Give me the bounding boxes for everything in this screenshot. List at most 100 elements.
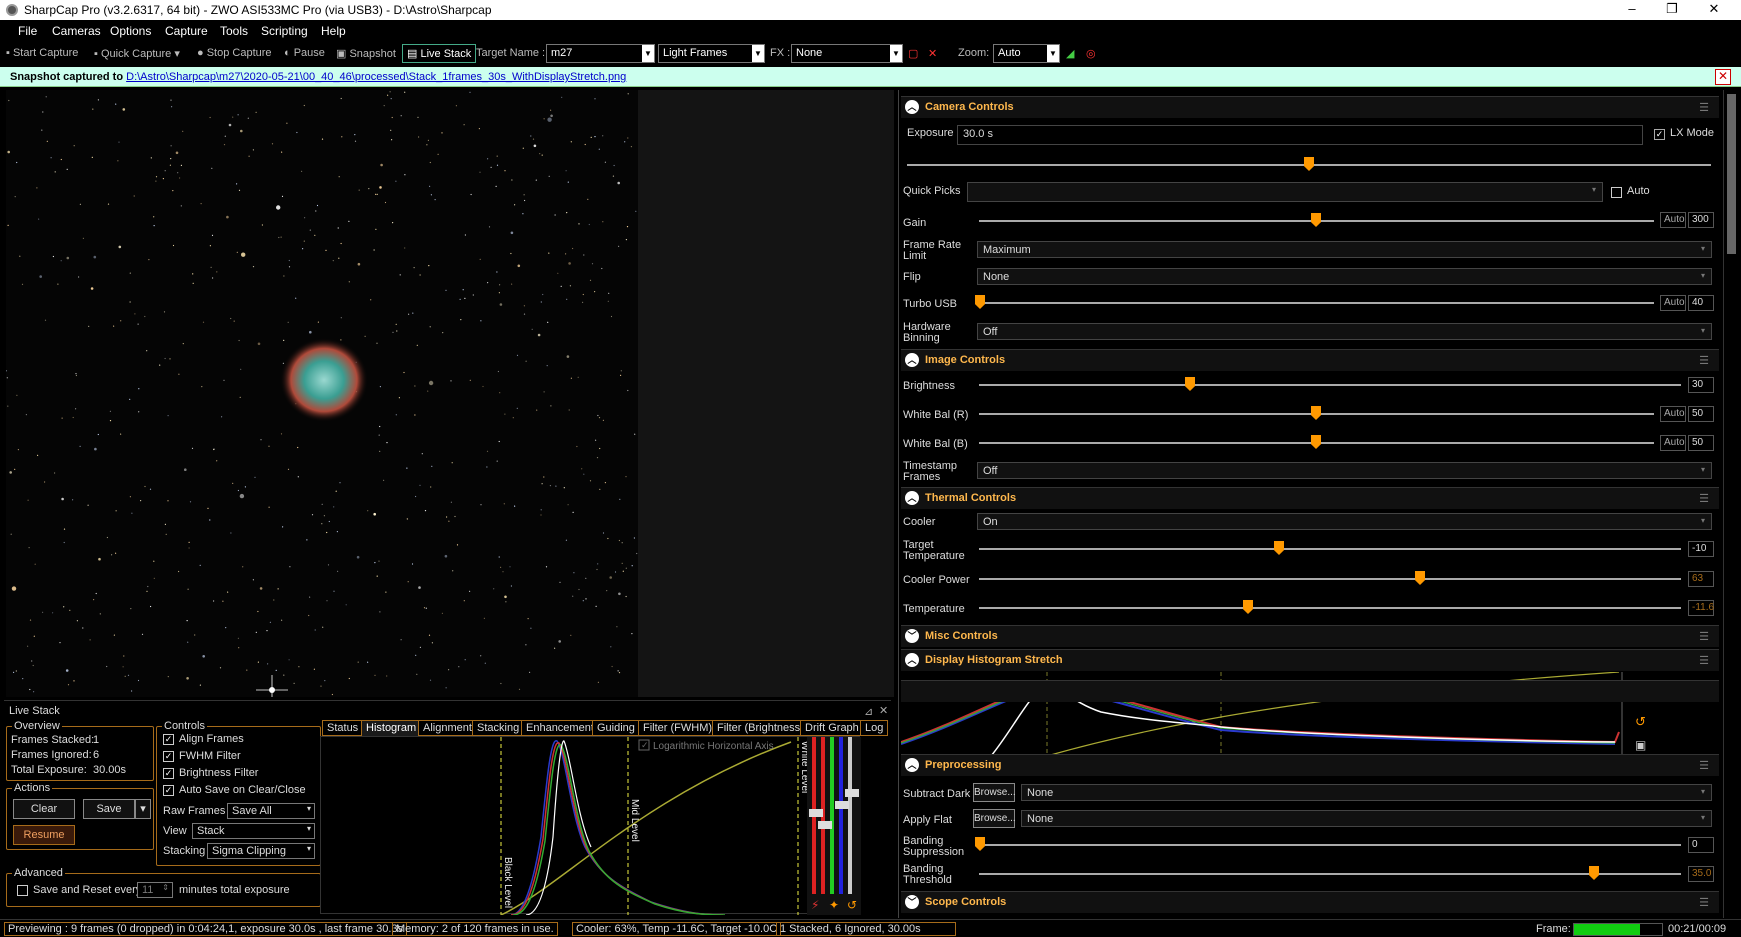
misc-controls-header[interactable]: ﹀ Misc Controls ☰ [901,625,1719,647]
scope-controls-header[interactable]: ﹀ Scope Controls ☰ [901,891,1719,913]
target-temperature-slider[interactable] [979,541,1681,555]
preprocessing-header-bar[interactable]: ︿ Preprocessing ☰ [901,754,1719,776]
subtract-dark-select[interactable]: None ▾ [1021,784,1712,801]
save-reset-checkbox[interactable] [17,885,28,896]
quick-picks-select[interactable]: ▾ [967,182,1603,202]
turbo-usb-auto-button[interactable]: Auto [1660,295,1686,311]
tab-histogram[interactable]: Histogram [361,720,422,736]
menu-icon[interactable]: ☰ [1699,896,1709,909]
white-bal-r-value[interactable]: 50 [1688,406,1714,422]
maximize-button[interactable]: ❐ [1652,0,1692,20]
flip-select[interactable]: None ▾ [977,268,1712,285]
turbo-usb-slider[interactable] [975,295,1654,309]
apply-flat-select[interactable]: None ▾ [1021,810,1712,827]
gain-slider[interactable] [979,213,1654,227]
tab-guiding[interactable]: Guiding [592,720,640,736]
snapshot-button[interactable]: ▣ Snapshot [336,47,396,60]
fwhm-filter-checkbox[interactable]: ✓ [163,751,174,762]
focus-icon[interactable]: ◎ [1086,47,1096,60]
target-temperature-slider-thumb[interactable] [1274,541,1284,555]
slider-handle[interactable] [835,801,849,809]
fx-select[interactable]: None ▼ [791,44,903,63]
live-stack-button[interactable]: ▤ Live Stack [402,44,477,63]
view-select[interactable]: Stack ▾ [192,823,315,839]
white-bal-b-slider[interactable] [979,435,1654,449]
tab-enhancement[interactable]: Enhancement [521,720,599,736]
minimize-button[interactable]: – [1612,0,1652,20]
menu-cameras[interactable]: Cameras [52,24,101,38]
tab-status[interactable]: Status [322,720,364,736]
raw-frames-select[interactable]: Save All ▾ [227,803,315,819]
menu-icon[interactable]: ☰ [1699,630,1709,643]
blue-level-slider[interactable] [839,737,843,894]
reset-icon[interactable]: ↺ [847,898,857,912]
zoom-select[interactable]: Auto ▼ [993,44,1060,63]
apply-flat-browse-button[interactable]: Browse... [973,809,1016,828]
white-bal-b-auto-button[interactable]: Auto [1660,435,1686,451]
banding-suppression-value[interactable]: 0 [1688,837,1714,853]
menu-icon[interactable]: ☰ [1699,101,1709,114]
tab-log[interactable]: Log [860,720,889,736]
save-dropdown-button[interactable]: ▾ [135,799,151,819]
frame-rate-select[interactable]: Maximum ▾ [977,241,1712,258]
lx-mode-checkbox[interactable]: ✓ [1654,129,1665,140]
close-panel-icon[interactable]: ✕ [879,704,888,717]
green-level-slider[interactable] [830,737,834,894]
menu-help[interactable]: Help [321,24,346,38]
tab-filter-brightness[interactable]: Filter (Brightness) [712,720,809,736]
camera-controls-header[interactable]: ︿ Camera Controls ☰ [901,96,1719,118]
quick-capture-button[interactable]: ▪ Quick Capture ▾ [94,47,180,60]
menu-icon[interactable]: ☰ [1699,654,1709,667]
stop-capture-button[interactable]: ● Stop Capture [197,47,272,59]
slider-handle[interactable] [845,789,859,797]
menu-tools[interactable]: Tools [220,24,248,38]
quick-picks-auto-checkbox[interactable] [1611,187,1622,198]
start-capture-button[interactable]: ▪ Start Capture [6,47,78,59]
menu-capture[interactable]: Capture [165,24,208,38]
save-reset-minutes-stepper[interactable]: 11 ⇕ [137,882,173,898]
menu-scripting[interactable]: Scripting [261,24,308,38]
stretch-icon[interactable]: ✦ [829,898,839,912]
white-bal-r-slider[interactable] [979,406,1654,420]
camera-image-view[interactable] [6,90,638,697]
subtract-dark-browse-button[interactable]: Browse... [973,783,1016,802]
frame-type-select[interactable]: Light Frames ▼ [658,44,765,63]
timestamp-frames-select[interactable]: Off ▾ [977,462,1712,479]
pin-icon[interactable]: ⊿ [864,705,873,718]
gain-slider-thumb[interactable] [1311,213,1321,227]
menu-icon[interactable]: ☰ [1699,759,1709,772]
turbo-usb-slider-thumb[interactable] [975,295,985,309]
histogram-icon[interactable]: ◢ [1066,47,1074,60]
banding-threshold-slider-thumb[interactable] [1589,866,1599,880]
turbo-usb-value[interactable]: 40 [1688,295,1714,311]
autosave-checkbox[interactable]: ✓ [163,785,174,796]
banding-threshold-slider[interactable] [979,866,1681,880]
save-button[interactable]: Save [83,799,135,819]
brightness-filter-checkbox[interactable]: ✓ [163,768,174,779]
control-panel-scrollbar[interactable] [1723,90,1739,918]
reticle-icon[interactable]: ▢ [908,47,918,60]
exposure-slider-thumb[interactable] [1304,157,1314,171]
tab-alignment[interactable]: Alignment [418,720,477,736]
slider-handle[interactable] [818,821,832,829]
gain-auto-button[interactable]: Auto [1660,212,1686,228]
brightness-slider[interactable] [979,377,1681,391]
exposure-input[interactable]: 30.0 s [957,125,1643,145]
banding-suppression-slider-thumb[interactable] [975,837,985,851]
scrollbar-thumb[interactable] [1727,94,1736,254]
close-button[interactable]: ✕ [1694,0,1734,20]
gain-value[interactable]: 300 [1688,212,1714,228]
crosshair-icon[interactable]: ✕ [928,47,937,60]
resume-button[interactable]: Resume [13,825,75,845]
brightness-value[interactable]: 30 [1688,377,1714,393]
notification-path-link[interactable]: D:\Astro\Sharpcap\m27\2020-05-21\00_40_4… [126,71,626,83]
target-temperature-value[interactable]: -10 [1688,541,1714,557]
white-bal-b-slider-thumb[interactable] [1311,435,1321,449]
target-name-input[interactable]: m27 ▼ [546,44,655,63]
menu-icon[interactable]: ☰ [1699,354,1709,367]
cooler-select[interactable]: On ▾ [977,513,1712,530]
clear-button[interactable]: Clear [13,799,75,819]
banding-suppression-slider[interactable] [975,837,1681,851]
tab-stacking[interactable]: Stacking [472,720,525,736]
save-icon[interactable]: ▣ [1635,738,1646,752]
